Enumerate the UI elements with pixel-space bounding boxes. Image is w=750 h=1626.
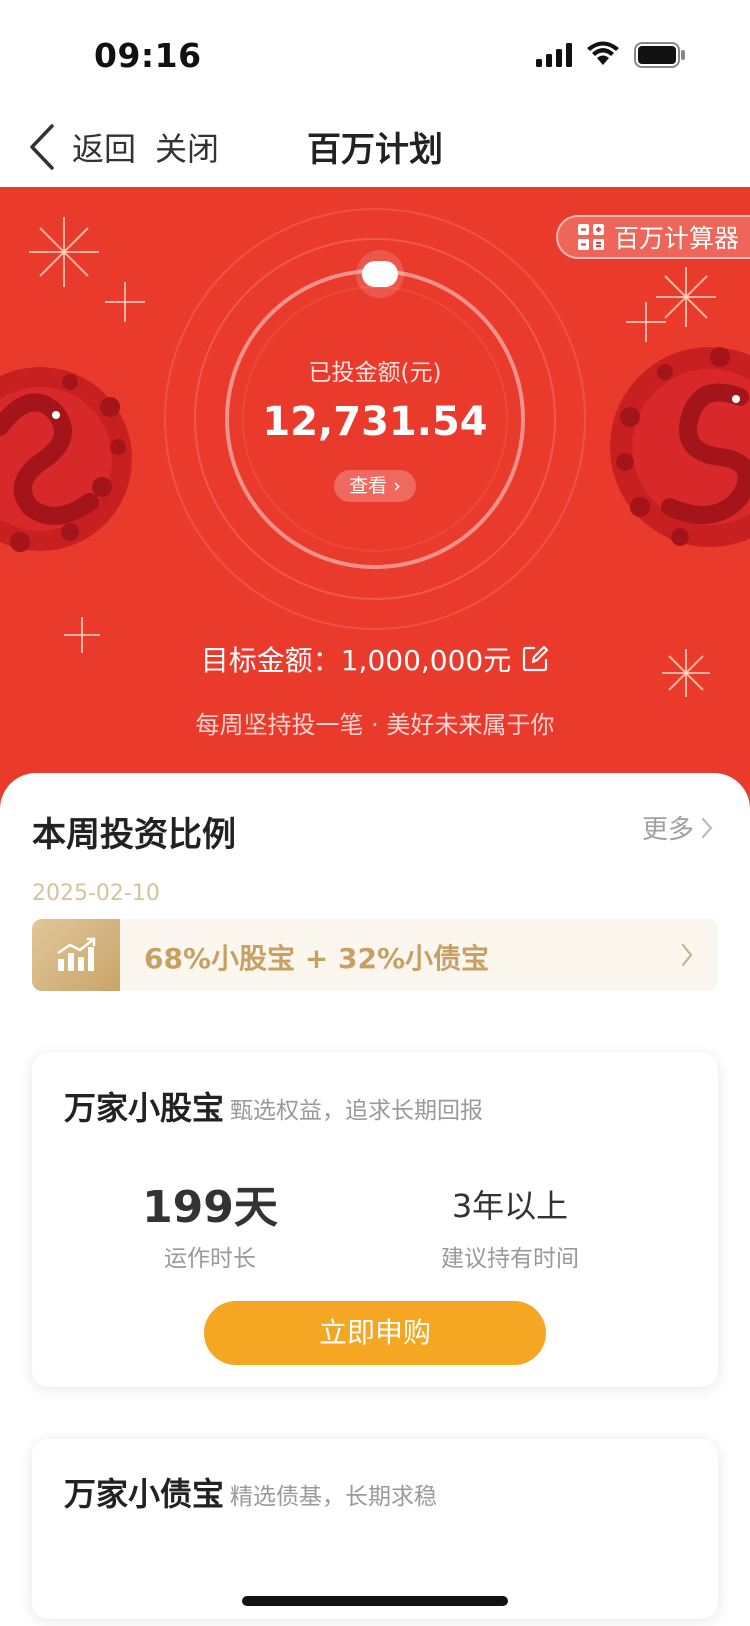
fund-name: 万家小股宝 — [64, 1089, 225, 1127]
allocation-ratio-row[interactable]: 68%小股宝 + 32%小债宝 — [32, 919, 718, 991]
wifi-icon — [587, 41, 619, 65]
slogan-text: 每周坚持投一笔 · 美好未来属于你 — [195, 711, 555, 739]
navigation-bar: 返回 关闭 百万计划 — [0, 110, 750, 188]
subscribe-button[interactable]: 立即申购 — [204, 1301, 546, 1365]
calculator-button[interactable]: 百万计算器 — [556, 215, 750, 259]
edit-icon[interactable] — [521, 645, 549, 673]
fund-card-stock: 万家小股宝 甄选权益，追求长期回报 199天 运作时长 3年以上 建议持有时间 … — [32, 1053, 718, 1387]
calculator-icon — [578, 224, 604, 250]
target-amount-row: 目标金额：1,000,000元 — [0, 639, 750, 679]
chart-trend-icon — [57, 937, 96, 971]
invested-amount-label: 已投金额(元) — [308, 360, 442, 386]
chevron-right-icon — [701, 817, 713, 838]
view-details-button[interactable]: 查看 › — [334, 470, 416, 502]
weekly-ratio-title: 本周投资比例 — [32, 815, 236, 855]
battery-icon — [634, 42, 685, 68]
more-label: 更多 — [642, 815, 695, 845]
content-sheet: 本周投资比例 更多 2025-02-10 68%小股宝 + 32%小债宝 万家小… — [0, 773, 750, 1619]
hero-banner: 百万计算器 已投金额(元) 12,731.54 查看 › 目标金额：1,000,… — [0, 187, 750, 807]
operating-days-value: 199天 — [142, 1182, 278, 1233]
status-bar: 09:16 — [0, 0, 750, 110]
fund-description: 甄选权益，追求长期回报 — [230, 1098, 483, 1124]
invested-amount-value: 12,731.54 — [262, 399, 488, 445]
cellular-signal-icon — [536, 43, 572, 67]
fund-name: 万家小债宝 — [64, 1475, 225, 1513]
ratio-icon-box — [32, 919, 120, 991]
allocation-ratio-text: 68%小股宝 + 32%小债宝 — [144, 942, 489, 975]
chevron-right-icon — [681, 943, 693, 967]
fund-description: 精选债基，长期求稳 — [230, 1484, 437, 1510]
calculator-label: 百万计算器 — [614, 224, 740, 253]
status-time: 09:16 — [94, 36, 202, 75]
snake-papercut-left — [0, 367, 132, 552]
holding-period-value: 3年以上 — [451, 1187, 569, 1225]
operating-days-label: 运作时长 — [164, 1246, 256, 1272]
fund-card-bond: 万家小债宝 精选债基，长期求稳 — [32, 1439, 718, 1619]
more-link[interactable]: 更多 — [642, 809, 714, 846]
page-title: 百万计划 — [307, 130, 443, 170]
home-indicator — [242, 1596, 508, 1606]
holding-period-label: 建议持有时间 — [441, 1246, 579, 1272]
target-amount-text: 目标金额：1,000,000元 — [200, 644, 512, 677]
ratio-date: 2025-02-10 — [32, 881, 160, 906]
